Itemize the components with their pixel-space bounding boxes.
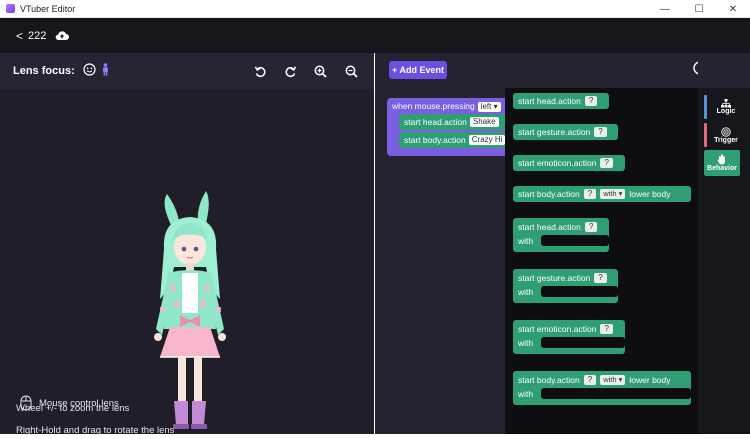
lens-toolbar: Lens focus: [0, 53, 374, 89]
avatar-viewport[interactable]: Mouse control lens Right-Hold and drag t… [0, 89, 374, 436]
zoom-out-icon[interactable] [343, 63, 359, 79]
flyout-with-label: with [518, 236, 534, 246]
with-dropdown-value: with [603, 189, 617, 198]
undo-icon[interactable] [252, 63, 268, 79]
category-trigger[interactable]: Trigger [706, 122, 746, 148]
flyout-value-slot[interactable]: ? [594, 273, 607, 283]
minimize-button[interactable]: — [648, 0, 682, 18]
zoom-hint: Wheel +/- to zoom the lens [16, 403, 130, 414]
head-action-block[interactable]: start head.action Shake [399, 114, 507, 130]
face-icon[interactable] [83, 63, 96, 81]
mouse-button-dropdown[interactable]: left ▾ [477, 102, 501, 112]
flyout-value-slot[interactable]: ? [583, 375, 597, 385]
flyout-block-text: start head.action [518, 222, 581, 232]
flyout-block-text: start body.action [518, 189, 580, 199]
project-name: 222 [28, 29, 47, 42]
with-dropdown[interactable]: with ▾ [600, 189, 626, 199]
redo-icon[interactable] [282, 63, 298, 79]
hand-icon [717, 154, 725, 165]
flyout-block-text: start head.action [518, 96, 581, 106]
flyout-with-label: with [518, 389, 534, 399]
mouse-button-value: left [480, 102, 492, 111]
zoom-in-icon[interactable] [312, 63, 328, 79]
lens-focus-label: Lens focus: [13, 65, 75, 77]
rotate-hint: Right-Hold and drag to rotate the lens [16, 425, 175, 436]
flyout-block-tail: lower body [629, 375, 671, 385]
flyout-body-action-with-block[interactable]: start body.action? with ▾ lower body with [513, 371, 691, 405]
close-button[interactable]: ✕ [716, 0, 750, 18]
add-event-button[interactable]: + Add Event [389, 61, 447, 79]
cloud-upload-icon[interactable] [55, 30, 70, 41]
category-behavior-label: Behavior [707, 165, 737, 172]
flyout-value-slot[interactable]: ? [584, 222, 598, 232]
back-icon[interactable]: < [16, 29, 23, 43]
flyout-block-text: start emoticon.action [518, 324, 597, 334]
event-title: when mouse.pressing left ▾ [392, 101, 501, 112]
workspace-corner [698, 53, 750, 88]
head-action-value[interactable]: Shake [469, 117, 499, 127]
flyout-value-slot[interactable]: ? [584, 96, 598, 106]
with-dropdown-value: with [603, 375, 617, 384]
flyout-value-slot[interactable]: ? [583, 189, 597, 199]
statement-notch [541, 388, 691, 399]
category-logic[interactable]: Logic [706, 94, 746, 120]
window-titlebar: VTuber Editor — ☐ ✕ [0, 0, 750, 18]
flyout-body-action-block[interactable]: start body.action? with ▾ lower body [513, 186, 691, 202]
flyout-block-text: start gesture.action [518, 127, 591, 137]
app-header: < 222 [0, 18, 750, 53]
flyout-value-slot[interactable]: ? [600, 324, 613, 334]
person-icon[interactable] [101, 63, 110, 81]
flyout-emoticon-action-block[interactable]: start emoticon.action? [513, 155, 625, 171]
flyout-emoticon-action-with-block[interactable]: start emoticon.action? with [513, 320, 625, 354]
flyout-head-action-with-block[interactable]: start head.action? with [513, 218, 609, 252]
head-action-text: start head.action [404, 117, 467, 127]
window-controls: — ☐ ✕ [648, 0, 750, 18]
statement-notch [541, 337, 625, 348]
category-logic-label: Logic [716, 108, 736, 115]
event-trigger-text: when mouse.pressing [392, 101, 475, 111]
flyout-block-tail: lower body [629, 189, 671, 199]
flyout-gesture-action-block[interactable]: start gesture.action? [513, 124, 618, 140]
flyout-gesture-action-with-block[interactable]: start gesture.action? with [513, 269, 618, 303]
category-trigger-label: Trigger [714, 136, 738, 144]
maximize-button[interactable]: ☐ [682, 0, 716, 18]
flyout-with-label: with [518, 338, 534, 348]
target-icon [721, 126, 731, 137]
body-action-block[interactable]: start body.action Crazy Hi [399, 132, 507, 148]
flyout-block-text: start body.action [518, 375, 580, 385]
flyout-value-slot[interactable]: ? [600, 158, 613, 168]
flyout-value-slot[interactable]: ? [594, 127, 607, 137]
vtuber-avatar [154, 191, 226, 429]
flyout-block-text: start gesture.action [518, 273, 591, 283]
flyout-head-action-block[interactable]: start head.action? [513, 93, 609, 109]
statement-notch [541, 235, 609, 246]
statement-notch [541, 286, 618, 297]
flyout-block-text: start emoticon.action [518, 158, 597, 168]
body-action-text: start body.action [404, 135, 466, 145]
window-title: VTuber Editor [20, 3, 76, 14]
category-behavior[interactable]: Behavior [704, 150, 740, 176]
flyout-with-label: with [518, 287, 534, 297]
body-action-value[interactable]: Crazy Hi [468, 135, 506, 145]
preview-panel: Lens focus: Mouse control lens Right-Hol… [0, 53, 374, 436]
app-logo-icon [6, 4, 15, 13]
with-dropdown[interactable]: with ▾ [600, 375, 626, 385]
hierarchy-icon [721, 99, 731, 108]
